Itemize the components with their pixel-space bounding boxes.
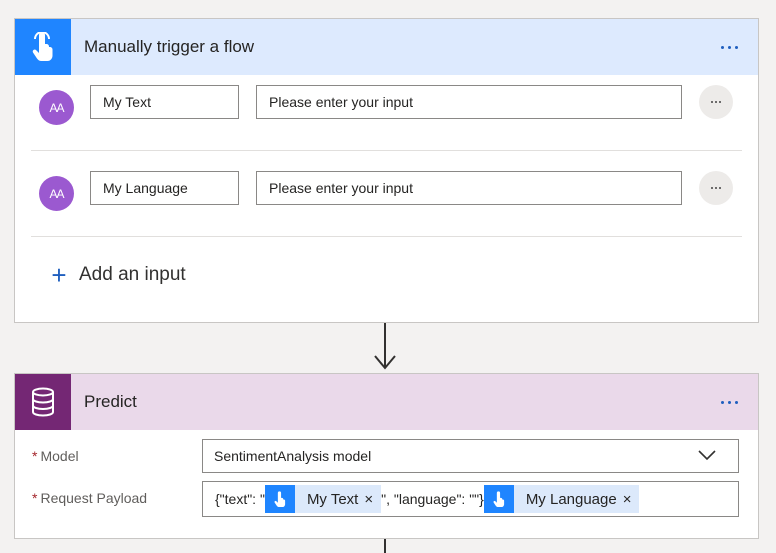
model-select[interactable]: SentimentAnalysis model xyxy=(202,439,739,473)
predict-card: Predict * Model SentimentAnalysis model *… xyxy=(14,373,759,539)
input-row-more-button[interactable] xyxy=(699,85,733,119)
payload-text-segment: ", "language": ""} xyxy=(381,491,484,507)
touch-hand-icon xyxy=(264,485,295,513)
add-input-button[interactable]: + Add an input xyxy=(49,260,186,290)
predict-more-button[interactable] xyxy=(714,390,744,414)
token-remove-icon[interactable]: × xyxy=(623,491,640,508)
plus-icon: + xyxy=(51,260,67,290)
input-name-field[interactable]: My Language xyxy=(90,171,239,205)
payload-text-segment: {"text": " xyxy=(215,491,265,507)
input-row-more-button[interactable] xyxy=(699,171,733,205)
dynamic-content-token-my-language[interactable]: My Language × xyxy=(483,485,640,513)
input-row-my-text: AA My Text Please enter your input xyxy=(15,85,758,135)
model-select-value: SentimentAnalysis model xyxy=(214,448,372,464)
text-input-type-icon: AA xyxy=(39,90,74,125)
text-input-type-icon: AA xyxy=(39,176,74,211)
model-label-text: Model xyxy=(40,448,79,464)
required-marker: * xyxy=(32,490,38,506)
token-label: My Language xyxy=(525,490,617,508)
database-icon xyxy=(15,374,71,430)
request-payload-input[interactable]: {"text": " My Text × ", "language": ""} … xyxy=(202,481,739,517)
trigger-card: Manually trigger a flow AA My Text Pleas… xyxy=(14,18,759,323)
input-name-field[interactable]: My Text xyxy=(90,85,239,119)
input-value-field[interactable]: Please enter your input xyxy=(256,171,682,205)
input-value-field[interactable]: Please enter your input xyxy=(256,85,682,119)
touch-hand-icon xyxy=(15,19,71,75)
arrow-down-icon xyxy=(374,355,396,370)
add-input-label: Add an input xyxy=(79,264,186,285)
trigger-card-header[interactable]: Manually trigger a flow xyxy=(15,19,758,75)
chevron-down-icon xyxy=(698,450,716,461)
trigger-title: Manually trigger a flow xyxy=(84,37,255,56)
input-row-my-language: AA My Language Please enter your input xyxy=(15,171,758,221)
request-payload-label: * Request Payload xyxy=(32,490,147,506)
flow-connector-line xyxy=(384,539,386,553)
request-payload-label-text: Request Payload xyxy=(40,490,148,506)
required-marker: * xyxy=(32,448,38,464)
trigger-more-button[interactable] xyxy=(714,35,744,59)
divider xyxy=(31,150,742,151)
dynamic-content-token-my-text[interactable]: My Text × xyxy=(264,485,382,513)
model-label: * Model xyxy=(32,448,79,464)
token-remove-icon[interactable]: × xyxy=(364,491,381,508)
predict-title: Predict xyxy=(84,392,137,411)
divider xyxy=(31,236,742,237)
predict-card-header[interactable]: Predict xyxy=(15,374,758,430)
touch-hand-icon xyxy=(483,485,514,513)
token-label: My Text xyxy=(306,490,359,508)
